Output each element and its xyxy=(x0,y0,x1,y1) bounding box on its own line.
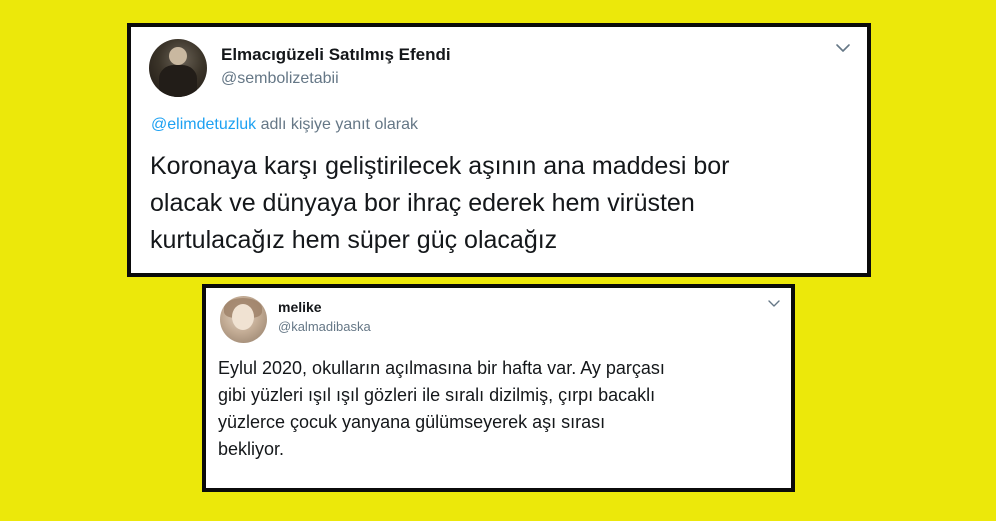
tweet-text-line: gibi yüzleri ışıl ışıl gözleri ile sıral… xyxy=(218,385,656,405)
reply-context-label: adlı kişiye yanıt olarak xyxy=(256,116,419,133)
avatar-face xyxy=(232,304,254,330)
chevron-down-icon[interactable] xyxy=(834,41,852,55)
handle[interactable]: @sembolizetabii xyxy=(221,70,339,88)
tweet-text-line: Eylul 2020, okulların açılmasına bir haf… xyxy=(218,358,665,378)
tweet-text-line: Koronaya karşı geliştirilecek aşının ana… xyxy=(150,152,730,180)
tweet-text-line: bekliyor. xyxy=(218,439,285,459)
avatar[interactable] xyxy=(220,296,267,343)
tweet-text-line: olacak ve dünyaya bor ihraç ederek hem v… xyxy=(150,189,695,217)
tweet-card-kalmadibaska: melike @kalmadibaska Eylul 2020, okullar… xyxy=(202,284,795,492)
avatar[interactable] xyxy=(149,39,207,97)
avatar-face xyxy=(169,47,187,65)
reply-context: @elimdetuzluk adlı kişiye yanıt olarak xyxy=(151,116,418,134)
tweet-text-line: yüzlerce çocuk yanyana gülümseyerek aşı … xyxy=(218,412,606,432)
tweet-text: Eylul 2020, okulların açılmasına bir haf… xyxy=(218,355,783,463)
handle[interactable]: @kalmadibaska xyxy=(278,319,371,334)
display-name[interactable]: Elmacıgüzeli Satılmış Efendi xyxy=(221,45,451,65)
display-name[interactable]: melike xyxy=(278,299,322,315)
chevron-down-icon[interactable] xyxy=(767,298,781,309)
reply-mention-link[interactable]: @elimdetuzluk xyxy=(151,116,256,133)
tweet-text-line: kurtulacağız hem süper güç olacağız xyxy=(150,226,558,254)
tweet-card-sembolizetabii: Elmacıgüzeli Satılmış Efendi @sembolizet… xyxy=(127,23,871,277)
tweet-text: Koronaya karşı geliştirilecek aşının ana… xyxy=(150,148,860,259)
avatar-figure xyxy=(159,65,197,97)
